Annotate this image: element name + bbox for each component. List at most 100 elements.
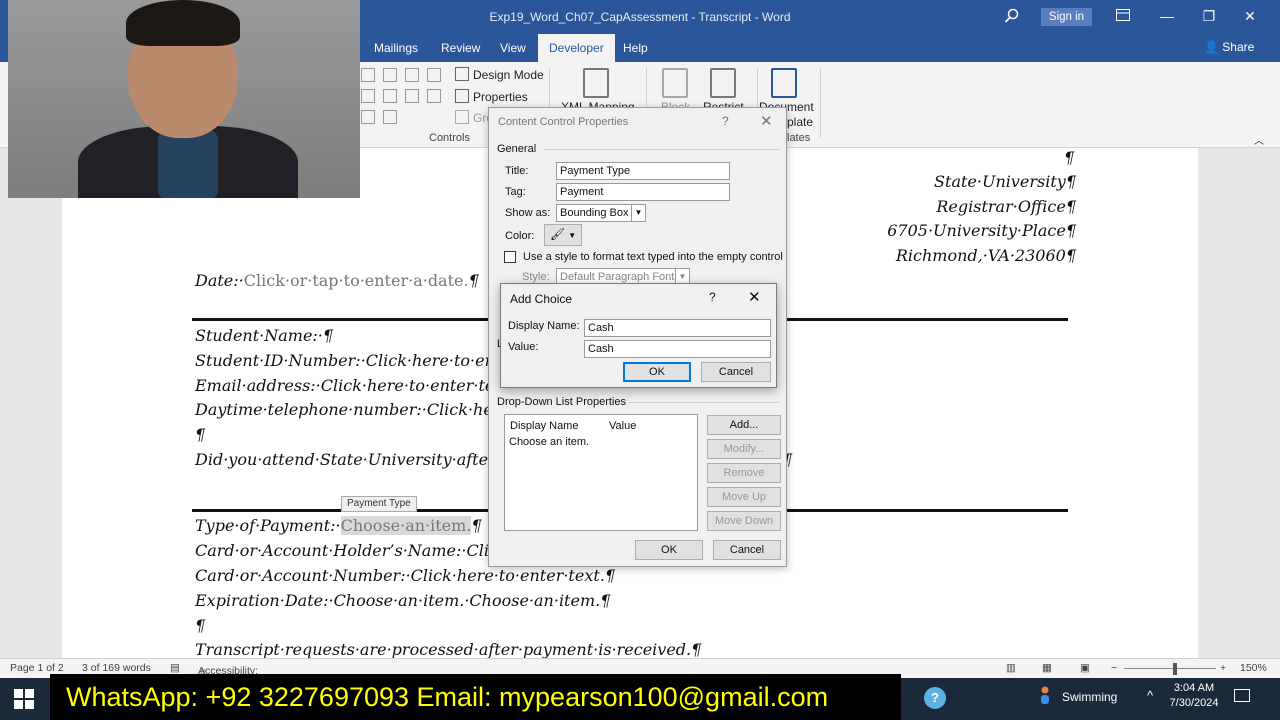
color-picker-button[interactable]: 🖌 ▼ <box>544 224 582 246</box>
clock-time: 3:04 AM <box>1173 682 1215 694</box>
chevron-down-icon: ▼ <box>631 205 645 221</box>
tab-review[interactable]: Review <box>430 34 491 62</box>
group-icon <box>455 110 469 124</box>
zoom-in-button[interactable]: + <box>1220 662 1226 674</box>
help-app-icon[interactable]: ? <box>924 687 946 709</box>
card-holder-line: Card·or·Account·Holder’s·Name:·Clic <box>195 541 498 560</box>
notifications-icon[interactable] <box>1234 689 1250 702</box>
list-item[interactable]: Choose an item. <box>509 436 589 448</box>
move-down-button[interactable]: Move Down <box>707 511 781 531</box>
date-label: Date:· <box>195 271 244 290</box>
building-block-control-icon[interactable] <box>427 68 441 82</box>
properties-icon <box>455 89 469 103</box>
checkbox-control-icon[interactable] <box>361 89 375 103</box>
print-layout-icon[interactable]: ▦ <box>1042 662 1052 674</box>
zoom-slider[interactable] <box>1124 668 1216 669</box>
payment-label: Type·of·Payment:· <box>195 516 341 535</box>
date-picker-control-icon[interactable] <box>427 89 441 103</box>
rich-text-control-icon[interactable] <box>361 68 375 82</box>
zoom-out-button[interactable]: − <box>1111 662 1117 674</box>
tray-chevron-icon[interactable]: ^ <box>1147 688 1153 703</box>
help-button[interactable]: ? <box>709 290 716 304</box>
zoom-level[interactable]: 150% <box>1240 662 1267 674</box>
date-line: Date:·Click·or·tap·to·enter·a·date.¶ <box>195 271 479 290</box>
dropdown-control-icon[interactable] <box>405 89 419 103</box>
ok-button[interactable]: OK <box>623 362 691 382</box>
ok-button[interactable]: OK <box>635 540 703 560</box>
restore-button[interactable]: ❐ <box>1197 6 1221 26</box>
attend-line: Did·you·attend·State·University·afte <box>195 450 489 469</box>
page-count[interactable]: Page 1 of 2 <box>10 662 64 674</box>
plain-text-control-icon[interactable] <box>383 68 397 82</box>
web-layout-icon[interactable]: ▣ <box>1080 662 1090 674</box>
properties-button[interactable]: Properties <box>455 89 528 104</box>
add-item-button[interactable]: Add... <box>707 415 781 435</box>
card-number-line: Card·or·Account·Number:·Click·here·to·en… <box>195 566 616 585</box>
payment-dropdown-field[interactable]: Choose·an·item. <box>340 516 472 535</box>
content-control-tag[interactable]: Payment Type <box>341 496 417 512</box>
design-mode-button[interactable]: Design Mode <box>455 67 544 82</box>
cancel-button[interactable]: Cancel <box>713 540 781 560</box>
minimize-button[interactable]: — <box>1155 6 1179 26</box>
address-line-2: Registrar·Office¶ <box>936 197 1076 216</box>
close-window-button[interactable]: ✕ <box>1238 6 1262 26</box>
chevron-down-icon: ▼ <box>568 231 577 240</box>
close-dialog-button[interactable]: ✕ <box>748 288 761 306</box>
block-authors-icon[interactable] <box>662 68 688 98</box>
address-line-3: 6705·University·Place¶ <box>887 221 1076 240</box>
proofing-icon[interactable]: ▤ <box>170 662 180 674</box>
document-template-icon[interactable] <box>771 68 797 98</box>
move-up-button[interactable]: Move Up <box>707 487 781 507</box>
design-mode-icon <box>455 67 469 81</box>
style-label: Style: <box>522 271 550 283</box>
windows-start-icon[interactable] <box>14 689 34 709</box>
color-label: Color: <box>505 230 535 242</box>
zoom-slider-thumb[interactable] <box>1173 663 1177 675</box>
value-field[interactable]: Cash <box>584 340 771 358</box>
ribbon-display-options-icon[interactable] <box>1116 9 1130 21</box>
display-name-field[interactable]: Cash <box>584 319 771 337</box>
title-field[interactable]: Payment Type <box>556 162 730 180</box>
weather-widget[interactable]: Swimming <box>1062 690 1117 704</box>
legacy-tools-icon[interactable] <box>383 110 397 124</box>
tab-mailings[interactable]: Mailings <box>363 34 429 62</box>
system-clock[interactable]: 3:04 AM 7/30/2024 <box>1166 681 1222 711</box>
use-style-checkbox[interactable] <box>504 251 516 263</box>
show-as-select[interactable]: Bounding Box ▼ <box>556 204 646 222</box>
display-name-label: Display Name: <box>508 320 580 332</box>
word-count[interactable]: 3 of 169 words <box>82 662 151 674</box>
templates-group-label: lates <box>787 132 811 144</box>
use-style-label: Use a style to format text typed into th… <box>523 251 783 263</box>
help-button[interactable]: ? <box>722 114 729 128</box>
title-label: Title: <box>505 165 529 177</box>
column-header-value: Value <box>609 420 637 432</box>
share-label: Share <box>1222 40 1255 54</box>
collapse-ribbon-icon[interactable]: ︿ <box>1254 132 1264 147</box>
section-divider <box>629 402 780 403</box>
tag-field[interactable]: Payment <box>556 183 730 201</box>
tab-view[interactable]: View <box>489 34 537 62</box>
share-button[interactable]: 👤 Share <box>1204 40 1254 54</box>
xml-mapping-icon[interactable] <box>583 68 609 98</box>
document-template-label-2[interactable]: plate <box>787 115 813 129</box>
expiration-line: Expiration·Date:·Choose·an·item.·Choose·… <box>195 591 611 610</box>
remove-item-button[interactable]: Remove <box>707 463 781 483</box>
dropdown-list-box[interactable]: Display Name Value Choose an item. <box>504 414 698 531</box>
restrict-editing-icon[interactable] <box>710 68 736 98</box>
controls-group-label: Controls <box>429 132 470 144</box>
close-dialog-button[interactable]: ✕ <box>760 112 773 130</box>
tab-help[interactable]: Help <box>612 34 659 62</box>
search-icon[interactable] <box>1004 8 1020 24</box>
picture-control-icon[interactable] <box>405 68 419 82</box>
tab-developer[interactable]: Developer <box>538 34 615 62</box>
value-label: Value: <box>508 341 539 353</box>
paint-bucket-icon: 🖌 <box>549 227 566 241</box>
repeating-section-icon[interactable] <box>361 110 375 124</box>
combo-box-control-icon[interactable] <box>383 89 397 103</box>
sign-in-button[interactable]: Sign in <box>1041 8 1092 26</box>
modify-item-button[interactable]: Modify... <box>707 439 781 459</box>
cancel-button[interactable]: Cancel <box>701 362 771 382</box>
general-section-label: General <box>497 143 537 155</box>
date-picker-field[interactable]: Click·or·tap·to·enter·a·date. <box>244 271 469 290</box>
read-mode-icon[interactable]: ▥ <box>1006 662 1016 674</box>
